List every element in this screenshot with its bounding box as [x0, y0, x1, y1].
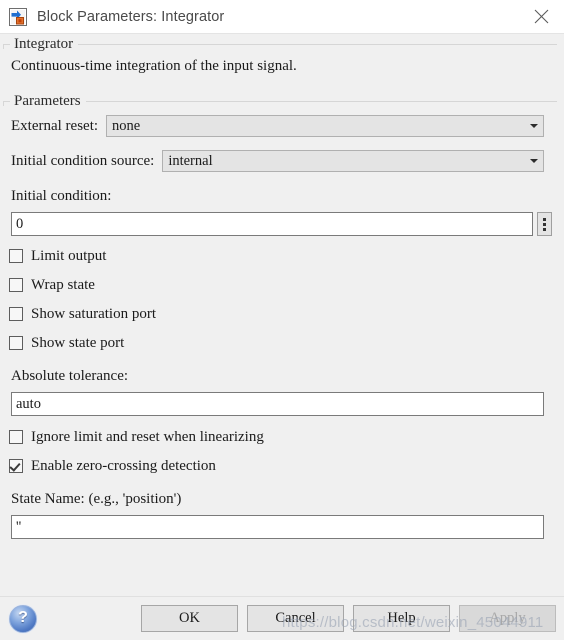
- dialog-content: Integrator Continuous-time integration o…: [0, 33, 564, 596]
- lower-checkbox-list: Ignore limit and reset when linearizing …: [2, 425, 558, 477]
- external-reset-row: External reset: none: [2, 115, 558, 137]
- window-title: Block Parameters: Integrator: [37, 8, 225, 25]
- external-reset-value: none: [112, 117, 141, 134]
- help-question-icon[interactable]: ?: [9, 604, 37, 633]
- group-rule: [3, 44, 557, 45]
- group-rule: [3, 101, 557, 102]
- chevron-down-icon: [525, 151, 543, 171]
- chevron-down-icon: [525, 116, 543, 136]
- state-name-row: '': [2, 515, 558, 539]
- absolute-tolerance-input[interactable]: auto: [11, 392, 544, 416]
- dialog-footer: ? OK Cancel Help Apply: [0, 596, 564, 640]
- apply-button: Apply: [459, 605, 556, 632]
- checkbox-box[interactable]: [9, 458, 23, 473]
- kebab-menu-icon[interactable]: [537, 212, 552, 236]
- checkbox-box[interactable]: [9, 335, 23, 350]
- absolute-tolerance-row: auto: [2, 392, 558, 416]
- checkbox-limit-output[interactable]: Limit output: [2, 244, 558, 267]
- checkbox-label: Wrap state: [31, 276, 95, 293]
- checkbox-label: Show saturation port: [31, 305, 156, 322]
- absolute-tolerance-label: Absolute tolerance:: [11, 368, 129, 384]
- initial-condition-label: Initial condition:: [11, 188, 112, 204]
- checkbox-wrap-state[interactable]: Wrap state: [2, 273, 558, 296]
- initial-condition-source-dropdown[interactable]: internal: [162, 150, 544, 172]
- block-parameters-dialog: Block Parameters: Integrator Integrator …: [0, 0, 564, 640]
- ok-button[interactable]: OK: [141, 605, 238, 632]
- cancel-button[interactable]: Cancel: [247, 605, 344, 632]
- external-reset-dropdown[interactable]: none: [106, 115, 544, 137]
- checkbox-box[interactable]: [9, 277, 23, 292]
- upper-checkbox-list: Limit output Wrap state Show saturation …: [2, 244, 558, 354]
- checkbox-label: Enable zero-crossing detection: [31, 457, 216, 474]
- parameters-group-legend: Parameters: [10, 93, 86, 110]
- parameters-group: Parameters External reset: none Initial …: [2, 93, 558, 539]
- footer-button-group: OK Cancel Help Apply: [141, 605, 556, 632]
- title-bar: Block Parameters: Integrator: [0, 0, 564, 33]
- initial-condition-source-row: Initial condition source: internal: [2, 150, 558, 172]
- initial-condition-source-value: internal: [168, 152, 213, 169]
- checkbox-box[interactable]: [9, 306, 23, 321]
- state-name-input[interactable]: '': [11, 515, 544, 539]
- checkbox-ignore-limit-and-reset[interactable]: Ignore limit and reset when linearizing: [2, 425, 558, 448]
- close-icon[interactable]: [518, 0, 564, 33]
- initial-condition-row: 0: [2, 212, 558, 236]
- checkbox-show-saturation-port[interactable]: Show saturation port: [2, 302, 558, 325]
- initial-condition-source-label: Initial condition source:: [11, 153, 155, 169]
- external-reset-label: External reset:: [11, 118, 99, 134]
- checkbox-box[interactable]: [9, 429, 23, 444]
- description-group-legend: Integrator: [10, 36, 79, 53]
- initial-condition-input[interactable]: 0: [11, 212, 533, 236]
- checkbox-label: Ignore limit and reset when linearizing: [31, 428, 264, 445]
- checkbox-label: Limit output: [31, 247, 107, 264]
- checkbox-show-state-port[interactable]: Show state port: [2, 331, 558, 354]
- block-description-text: Continuous-time integration of the input…: [11, 58, 297, 74]
- simulink-block-icon: [8, 7, 28, 27]
- checkbox-label: Show state port: [31, 334, 125, 351]
- help-glyph: ?: [18, 609, 28, 626]
- description-group: Integrator Continuous-time integration o…: [2, 36, 558, 75]
- checkbox-box[interactable]: [9, 248, 23, 263]
- state-name-label: State Name: (e.g., 'position'): [11, 491, 182, 507]
- checkbox-enable-zero-crossing-detection[interactable]: Enable zero-crossing detection: [2, 454, 558, 477]
- help-button[interactable]: Help: [353, 605, 450, 632]
